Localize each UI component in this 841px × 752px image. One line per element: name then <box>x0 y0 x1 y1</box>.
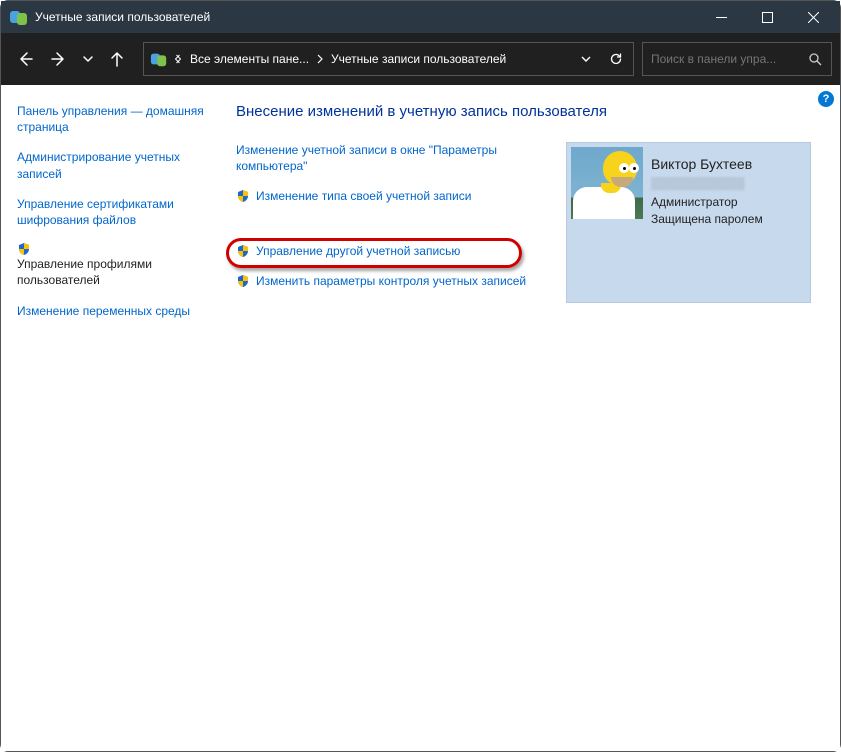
action-label: Изменение учетной записи в окне "Парамет… <box>236 142 546 174</box>
window-title: Учетные записи пользователей <box>35 10 210 24</box>
sidebar-item-certificates[interactable]: Управление сертификатами шифрования файл… <box>17 196 208 228</box>
maximize-button[interactable] <box>744 1 790 33</box>
chevron-left-icon[interactable] <box>170 53 186 65</box>
sidebar-item-label: Изменение переменных среды <box>17 304 190 318</box>
up-button[interactable] <box>101 43 133 75</box>
sidebar-item-env-vars[interactable]: Изменение переменных среды <box>17 303 208 319</box>
main-panel: Внесение изменений в учетную запись поль… <box>216 85 840 751</box>
user-name: Виктор Бухтеев <box>651 155 763 175</box>
breadcrumb-all-items[interactable]: Все элементы пане... <box>186 43 313 75</box>
sidebar-item-label: Панель управления — домашняя страница <box>17 104 204 134</box>
address-dropdown-button[interactable] <box>571 44 601 74</box>
chevron-right-icon[interactable] <box>313 54 327 64</box>
shield-icon <box>236 244 250 258</box>
user-info: Виктор Бухтеев ████████████ Администрато… <box>651 147 763 228</box>
content-area: ? Панель управления — домашняя страница … <box>1 85 840 751</box>
sidebar-item-admin-accounts[interactable]: Администрирование учетных записей <box>17 149 208 181</box>
search-input[interactable] <box>651 52 803 66</box>
action-label: Изменить параметры контроля учетных запи… <box>256 273 526 289</box>
action-manage-other-account[interactable]: Управление другой учетной записью <box>236 243 546 259</box>
user-card[interactable]: Виктор Бухтеев ████████████ Администрато… <box>566 142 811 303</box>
sidebar-item-label: Управление сертификатами шифрования файл… <box>17 197 174 227</box>
sidebar: Панель управления — домашняя страница Ад… <box>1 85 216 751</box>
action-label: Изменение типа своей учетной записи <box>256 188 471 204</box>
search-button[interactable] <box>803 47 827 71</box>
back-button[interactable] <box>9 43 41 75</box>
navigation-bar: Все элементы пане... Учетные записи поль… <box>1 33 840 85</box>
action-label: Управление другой учетной записью <box>256 243 460 259</box>
sidebar-item-profiles[interactable]: Управление профилями пользователей <box>17 242 208 288</box>
titlebar: Учетные записи пользователей <box>1 1 840 33</box>
recent-locations-button[interactable] <box>77 43 99 75</box>
sidebar-item-home[interactable]: Панель управления — домашняя страница <box>17 103 208 135</box>
app-icon <box>9 7 29 27</box>
shield-icon <box>236 274 250 288</box>
address-bar[interactable]: Все элементы пане... Учетные записи поль… <box>143 42 634 76</box>
page-title: Внесение изменений в учетную запись поль… <box>236 103 822 120</box>
avatar <box>571 147 643 219</box>
user-protection: Защищена паролем <box>651 211 763 228</box>
action-change-uac-settings[interactable]: Изменить параметры контроля учетных запи… <box>236 273 546 289</box>
refresh-button[interactable] <box>601 44 631 74</box>
user-email-masked: ████████████ <box>651 177 763 192</box>
action-change-account-type[interactable]: Изменение типа своей учетной записи <box>236 188 546 204</box>
forward-button[interactable] <box>43 43 75 75</box>
shield-icon <box>236 189 250 203</box>
close-button[interactable] <box>790 1 836 33</box>
user-role: Администратор <box>651 194 763 211</box>
search-box[interactable] <box>642 42 832 76</box>
breadcrumb-user-accounts[interactable]: Учетные записи пользователей <box>327 43 510 75</box>
actions-list: Изменение учетной записи в окне "Парамет… <box>236 142 546 303</box>
sidebar-item-label: Управление профилями пользователей <box>17 257 152 287</box>
action-change-account-settings[interactable]: Изменение учетной записи в окне "Парамет… <box>236 142 546 174</box>
sidebar-item-label: Администрирование учетных записей <box>17 150 180 180</box>
minimize-button[interactable] <box>698 1 744 33</box>
address-icon <box>148 48 170 70</box>
shield-icon <box>17 242 208 256</box>
